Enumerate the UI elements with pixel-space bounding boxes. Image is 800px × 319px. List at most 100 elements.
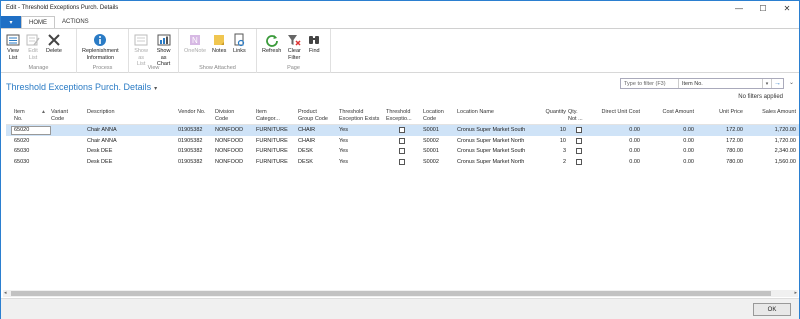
column-header[interactable]: Location Name: [457, 109, 494, 116]
cell-location[interactable]: S0002: [423, 138, 439, 144]
cell-quantity[interactable]: 3: [563, 148, 566, 154]
cell-exists[interactable]: Yes: [339, 138, 348, 144]
cell-category[interactable]: FURNITURE: [256, 138, 288, 144]
cell-vendor[interactable]: 01905382: [178, 127, 202, 133]
horizontal-scrollbar[interactable]: ◂ ▸: [3, 290, 798, 297]
cell-group[interactable]: DESK: [298, 159, 313, 165]
page-title[interactable]: Threshold Exceptions Purch. Details ▾: [6, 82, 157, 92]
threshold-exception-checkbox[interactable]: [399, 158, 405, 165]
cell-division[interactable]: NONFOOD: [215, 159, 243, 165]
column-header[interactable]: Variant Code: [51, 109, 68, 122]
cell-location-name[interactable]: Cronus Super Market North: [457, 138, 524, 144]
column-header[interactable]: Unit Price: [719, 109, 743, 116]
cell-unit-price[interactable]: 172.00: [726, 127, 743, 133]
chevron-down-icon[interactable]: ▾: [154, 86, 157, 92]
cell-unit-price[interactable]: 780.00: [726, 148, 743, 154]
qty-not-checkbox[interactable]: [576, 137, 582, 144]
column-header[interactable]: Threshold Exceptio...: [386, 109, 412, 122]
ok-button[interactable]: OK: [753, 303, 791, 316]
table-row[interactable]: 65030 Desk DEE 01905382 NONFOOD FURNITURE DES…: [6, 146, 799, 157]
cell-division[interactable]: NONFOOD: [215, 148, 243, 154]
filter-field-dropdown-icon[interactable]: ▾: [762, 79, 771, 88]
cell-cost-amount[interactable]: 0.00: [683, 148, 694, 154]
qty-not-checkbox[interactable]: [576, 158, 582, 165]
cell-description[interactable]: Desk DEE: [87, 148, 112, 154]
cell-group[interactable]: DESK: [298, 148, 313, 154]
minimize-button[interactable]: —: [727, 1, 751, 15]
cell-location-name[interactable]: Cronus Super Market South: [457, 148, 525, 154]
column-header[interactable]: Direct Unit Cost: [601, 109, 640, 116]
column-header[interactable]: Threshold Exception Exists: [339, 109, 379, 122]
cell-exists[interactable]: Yes: [339, 127, 348, 133]
maximize-button[interactable]: ☐: [751, 1, 775, 15]
cell-sales-amount[interactable]: 1,560.00: [775, 159, 796, 165]
threshold-exception-checkbox[interactable]: [399, 148, 405, 154]
cell-direct-cost[interactable]: 0.00: [629, 127, 640, 133]
cell-vendor[interactable]: 01905382: [178, 138, 202, 144]
cell-location[interactable]: S0001: [423, 127, 439, 133]
cell-sales-amount[interactable]: 1,720.00: [775, 138, 796, 144]
cell-location[interactable]: S0001: [423, 148, 439, 154]
cell-quantity[interactable]: 10: [560, 138, 566, 144]
filter-field-select[interactable]: Item No.: [679, 79, 762, 88]
cell-sales-amount[interactable]: 2,340.00: [775, 148, 796, 154]
scrollbar-thumb[interactable]: [11, 291, 771, 296]
cell-category[interactable]: FURNITURE: [256, 148, 288, 154]
cell-cost-amount[interactable]: 0.00: [683, 159, 694, 165]
cell-direct-cost[interactable]: 0.00: [629, 138, 640, 144]
column-header[interactable]: Division Code: [215, 109, 234, 122]
cell-unit-price[interactable]: 780.00: [726, 159, 743, 165]
cell-item-no[interactable]: 65030: [14, 159, 29, 165]
tab-actions[interactable]: ACTIONS: [55, 16, 96, 28]
apply-filter-arrow-icon[interactable]: →: [771, 79, 783, 88]
column-header[interactable]: Location Code: [423, 109, 444, 122]
cell-group[interactable]: CHAIR: [298, 138, 315, 144]
filter-input[interactable]: Type to filter (F3): [621, 79, 679, 88]
table-row[interactable]: 65020 Chair ANNA 01905382 NONFOOD FURNITURE C…: [6, 125, 799, 136]
cell-vendor[interactable]: 01905382: [178, 148, 202, 154]
threshold-exception-checkbox[interactable]: [399, 137, 405, 144]
cell-description[interactable]: Desk DEE: [87, 159, 112, 165]
cell-sales-amount[interactable]: 1,720.00: [775, 127, 796, 133]
collapse-chevron-icon[interactable]: ⌄: [789, 79, 794, 86]
cell-division[interactable]: NONFOOD: [215, 127, 243, 133]
column-header[interactable]: Vendor No.: [178, 109, 206, 116]
close-button[interactable]: ✕: [775, 1, 799, 15]
cell-category[interactable]: FURNITURE: [256, 159, 288, 165]
column-header[interactable]: Cost Amount: [663, 109, 695, 116]
scroll-left-icon[interactable]: ◂: [4, 290, 7, 296]
cell-direct-cost[interactable]: 0.00: [629, 148, 640, 154]
cell-unit-price[interactable]: 172.00: [726, 138, 743, 144]
table-row[interactable]: 65030 Desk DEE 01905382 NONFOOD FURNITURE DES…: [6, 157, 799, 168]
cell-item-no[interactable]: 65020: [14, 127, 29, 133]
sort-ascending-icon[interactable]: ▲: [41, 109, 46, 116]
table-row[interactable]: 65020 Chair ANNA 01905382 NONFOOD FURNITURE C…: [6, 136, 799, 147]
threshold-exception-checkbox[interactable]: [399, 127, 405, 133]
cell-location-name[interactable]: Cronus Super Market South: [457, 127, 525, 133]
app-menu-button[interactable]: ▾: [1, 16, 21, 28]
qty-not-checkbox[interactable]: [576, 148, 582, 154]
cell-item-no[interactable]: 65020: [14, 138, 29, 144]
cell-group[interactable]: CHAIR: [298, 127, 315, 133]
cell-item-no[interactable]: 65030: [14, 148, 29, 154]
cell-location-name[interactable]: Cronus Super Market North: [457, 159, 524, 165]
tab-home[interactable]: HOME: [21, 16, 55, 28]
cell-cost-amount[interactable]: 0.00: [683, 138, 694, 144]
column-header[interactable]: Product Group Code: [298, 109, 328, 122]
column-header[interactable]: Qty. Not ...: [568, 109, 583, 122]
cell-exists[interactable]: Yes: [339, 159, 348, 165]
scroll-right-icon[interactable]: ▸: [794, 290, 797, 296]
cell-division[interactable]: NONFOOD: [215, 138, 243, 144]
column-header[interactable]: Description: [87, 109, 115, 116]
cell-description[interactable]: Chair ANNA: [87, 138, 117, 144]
cell-location[interactable]: S0002: [423, 159, 439, 165]
cell-quantity[interactable]: 10: [560, 127, 566, 133]
cell-description[interactable]: Chair ANNA: [87, 127, 117, 133]
cell-vendor[interactable]: 01905382: [178, 159, 202, 165]
qty-not-checkbox[interactable]: [576, 127, 582, 133]
cell-exists[interactable]: Yes: [339, 148, 348, 154]
cell-direct-cost[interactable]: 0.00: [629, 159, 640, 165]
cell-quantity[interactable]: 2: [563, 159, 566, 165]
column-header[interactable]: Item Categor...: [256, 109, 280, 122]
column-header[interactable]: Quantity: [546, 109, 566, 116]
